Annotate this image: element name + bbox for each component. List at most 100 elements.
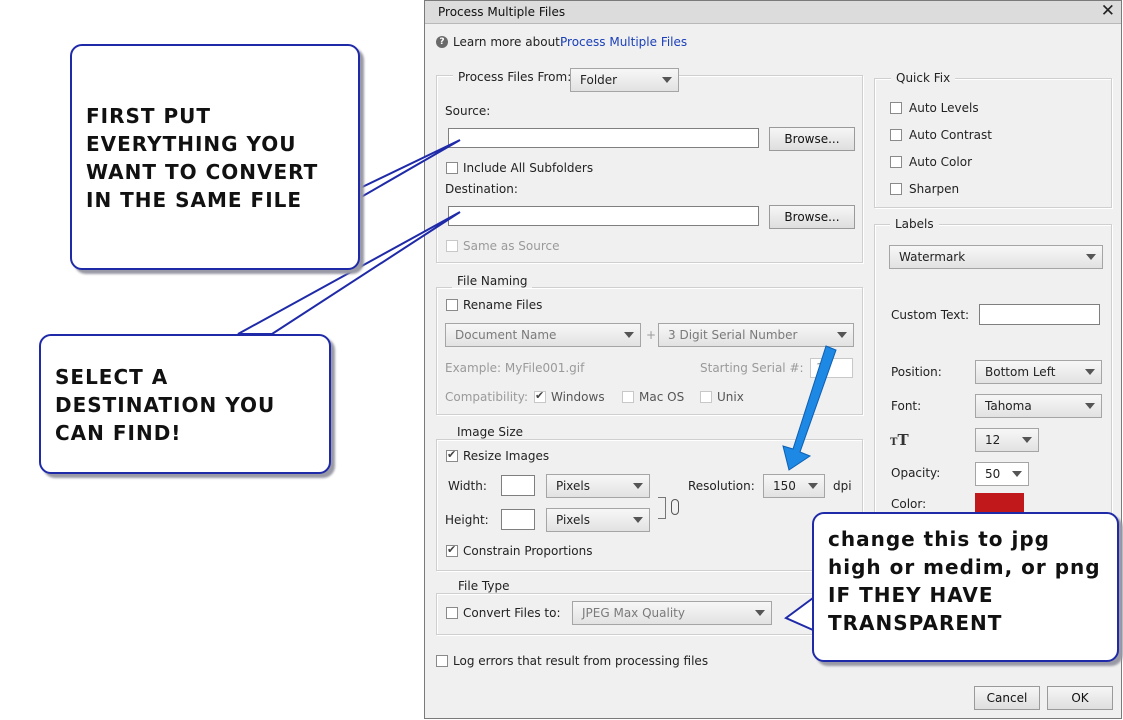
starting-serial-input[interactable]: 1 <box>810 358 853 378</box>
auto-color-label[interactable]: Auto Color <box>909 155 972 169</box>
width-unit-value: Pixels <box>556 479 591 493</box>
custom-text-input[interactable] <box>979 304 1100 325</box>
destination-browse-button[interactable]: Browse... <box>769 205 855 229</box>
resolution-select[interactable]: 150 <box>763 474 825 498</box>
opacity-value: 50 <box>985 467 1001 481</box>
convert-files-label[interactable]: Convert Files to: <box>463 606 561 620</box>
chevron-down-icon <box>633 517 643 523</box>
serial-select-value: 3 Digit Serial Number <box>668 328 798 342</box>
unix-label[interactable]: Unix <box>717 390 744 404</box>
auto-levels-label[interactable]: Auto Levels <box>909 101 979 115</box>
file-type-title: File Type <box>453 579 515 593</box>
first-callout-line: IN THE SAME FILE <box>86 188 303 212</box>
auto-levels-checkbox[interactable] <box>890 102 902 114</box>
chevron-down-icon <box>1012 471 1022 477</box>
same-as-source-label[interactable]: Same as Source <box>463 239 560 253</box>
color-label: Color: <box>891 497 927 511</box>
constrain-proportions-label[interactable]: Constrain Proportions <box>463 544 593 558</box>
font-select[interactable]: Tahoma <box>975 394 1102 418</box>
chevron-down-icon <box>633 483 643 489</box>
third-callout-line: high or medim, or png <box>828 555 1101 579</box>
unix-checkbox[interactable] <box>700 391 712 403</box>
chevron-down-icon <box>1022 437 1032 443</box>
name-select[interactable]: Document Name <box>445 323 641 347</box>
constrain-proportions-checkbox[interactable] <box>446 543 458 557</box>
help-icon[interactable]: ? <box>436 36 448 48</box>
compatibility-label: Compatibility: <box>445 390 529 404</box>
process-from-select[interactable]: Folder <box>570 68 679 92</box>
label-type-select[interactable]: Watermark <box>889 245 1103 269</box>
resolution-unit: dpi <box>833 479 852 493</box>
include-subfolders-label[interactable]: Include All Subfolders <box>463 161 593 175</box>
opacity-select[interactable]: 50 <box>975 462 1029 486</box>
third-callout-line: IF THEY HAVE <box>828 583 994 607</box>
convert-format-select[interactable]: JPEG Max Quality <box>572 601 772 625</box>
chain-link-icon[interactable] <box>671 499 679 515</box>
first-callout-line: EVERYTHING YOU <box>86 132 297 156</box>
font-value: Tahoma <box>985 399 1032 413</box>
width-unit-select[interactable]: Pixels <box>546 474 650 498</box>
color-swatch[interactable] <box>975 493 1024 513</box>
first-callout: FIRST PUT EVERYTHING YOU WANT TO CONVERT… <box>70 44 360 270</box>
learn-more-label: Learn more about: <box>453 35 564 49</box>
third-callout-line: change this to jpg <box>828 527 1050 551</box>
auto-color-checkbox[interactable] <box>890 156 902 168</box>
height-unit-value: Pixels <box>556 513 591 527</box>
serial-select[interactable]: 3 Digit Serial Number <box>658 323 854 347</box>
image-size-title: Image Size <box>452 425 529 439</box>
include-subfolders-checkbox[interactable] <box>446 162 458 174</box>
convert-files-checkbox[interactable] <box>446 607 458 619</box>
first-callout-line: WANT TO CONVERT <box>86 160 319 184</box>
macos-checkbox[interactable] <box>622 391 634 403</box>
font-label: Font: <box>891 399 922 413</box>
second-callout-line: SELECT A <box>55 365 169 389</box>
height-label: Height: <box>445 513 489 527</box>
height-unit-select[interactable]: Pixels <box>546 508 650 532</box>
quick-fix-title: Quick Fix <box>891 71 956 85</box>
destination-label: Destination: <box>445 182 518 196</box>
learn-more-link[interactable]: Process Multiple Files <box>560 35 687 49</box>
sharpen-label[interactable]: Sharpen <box>909 182 959 196</box>
rename-files-checkbox[interactable] <box>446 299 458 311</box>
log-errors-checkbox[interactable] <box>436 655 448 667</box>
width-input[interactable] <box>501 475 535 496</box>
opacity-label: Opacity: <box>891 466 941 480</box>
height-input[interactable] <box>501 509 535 530</box>
process-files-from-label: Process Files From: <box>453 70 577 84</box>
auto-contrast-label[interactable]: Auto Contrast <box>909 128 992 142</box>
same-as-source-checkbox[interactable] <box>446 240 458 252</box>
windows-label[interactable]: Windows <box>551 390 605 404</box>
font-size-icon: TT <box>890 431 909 449</box>
windows-checkbox[interactable] <box>534 389 546 403</box>
font-size-value: 12 <box>985 433 1001 447</box>
resize-images-label[interactable]: Resize Images <box>463 449 549 463</box>
width-label: Width: <box>448 479 487 493</box>
plus-sign: + <box>646 328 657 342</box>
resize-images-checkbox[interactable] <box>446 448 458 462</box>
rename-files-label[interactable]: Rename Files <box>463 298 542 312</box>
title-bar[interactable]: Process Multiple Files ✕ <box>425 1 1121 24</box>
chevron-down-icon <box>808 483 818 489</box>
second-callout: SELECT A DESTINATION YOU CAN FIND! <box>39 334 331 474</box>
resolution-value: 150 <box>773 479 796 493</box>
source-browse-button[interactable]: Browse... <box>769 127 855 151</box>
auto-contrast-checkbox[interactable] <box>890 129 902 141</box>
ok-button[interactable]: OK <box>1047 686 1113 710</box>
log-errors-label[interactable]: Log errors that result from processing f… <box>453 654 708 668</box>
first-callout-line: FIRST PUT <box>86 104 212 128</box>
cancel-button[interactable]: Cancel <box>974 686 1040 710</box>
labels-title: Labels <box>890 217 939 231</box>
source-input[interactable] <box>448 128 759 148</box>
sharpen-checkbox[interactable] <box>890 183 902 195</box>
chevron-down-icon <box>755 610 765 616</box>
process-from-value: Folder <box>580 73 618 87</box>
second-callout-line: CAN FIND! <box>55 421 182 445</box>
close-icon[interactable]: ✕ <box>1101 1 1115 21</box>
macos-label[interactable]: Mac OS <box>639 390 684 404</box>
name-select-value: Document Name <box>455 328 557 342</box>
link-bracket <box>658 497 666 519</box>
destination-input[interactable] <box>448 206 759 226</box>
position-select[interactable]: Bottom Left <box>975 360 1102 384</box>
font-size-select[interactable]: 12 <box>975 428 1039 452</box>
resolution-label: Resolution: <box>688 479 755 493</box>
